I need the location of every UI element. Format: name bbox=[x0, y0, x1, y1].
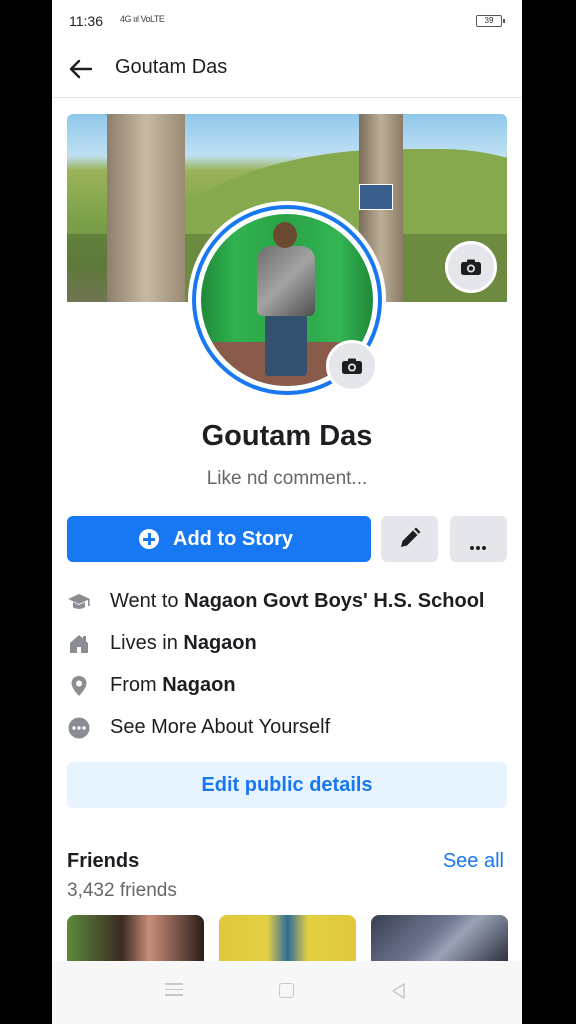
detail-education: Went to Nagaon Govt Boys' H.S. School bbox=[67, 588, 507, 616]
profile-name: Goutam Das bbox=[201, 420, 373, 452]
back-button[interactable] bbox=[66, 54, 96, 84]
arrow-left-icon bbox=[69, 59, 93, 79]
app-header: Goutam Das bbox=[52, 42, 522, 98]
detail-prefix: See More About Yourself bbox=[110, 716, 331, 738]
camera-icon bbox=[461, 259, 481, 275]
graduation-cap-icon bbox=[68, 594, 90, 609]
header-title: Goutam Das bbox=[115, 56, 228, 78]
more-options-button[interactable] bbox=[450, 516, 507, 562]
edit-cover-photo-button[interactable] bbox=[445, 241, 497, 293]
friend-thumbnail[interactable] bbox=[67, 915, 204, 961]
camera-icon bbox=[342, 358, 362, 374]
edit-profile-photo-button[interactable] bbox=[326, 340, 378, 392]
friends-count: 3,432 friends bbox=[67, 880, 177, 901]
detail-value: Nagaon bbox=[162, 674, 236, 696]
more-dots-icon bbox=[470, 537, 488, 550]
detail-prefix: From bbox=[110, 674, 163, 696]
home-square-icon[interactable] bbox=[279, 983, 294, 998]
recents-menu-icon[interactable] bbox=[165, 983, 183, 997]
detail-lives-in: Lives in Nagaon bbox=[67, 630, 507, 658]
detail-from: From Nagaon bbox=[67, 672, 507, 700]
more-circle-icon bbox=[68, 717, 90, 739]
add-to-story-label: Add to Story bbox=[173, 528, 293, 550]
battery-icon: 39 bbox=[476, 15, 505, 27]
detail-prefix: Lives in bbox=[110, 632, 184, 654]
edit-profile-button[interactable] bbox=[381, 516, 438, 562]
pencil-icon bbox=[401, 527, 421, 547]
home-icon bbox=[70, 635, 88, 653]
detail-value: Nagaon Govt Boys' H.S. School bbox=[184, 590, 485, 612]
phone-screen: 11:36 4G ııl VoLTE 39 Goutam Das Goutam … bbox=[52, 0, 522, 1024]
see-more-about-yourself[interactable]: See More About Yourself bbox=[67, 714, 507, 742]
plus-circle-icon bbox=[139, 529, 159, 549]
system-nav-bar bbox=[52, 961, 522, 1024]
add-to-story-button[interactable]: Add to Story bbox=[67, 516, 371, 562]
location-pin-icon bbox=[71, 676, 87, 696]
detail-prefix: Went to bbox=[110, 590, 185, 612]
edit-public-details-button[interactable]: Edit public details bbox=[67, 762, 507, 808]
signal-icon: 4G ııl VoLTE bbox=[120, 14, 165, 24]
friend-thumbnail[interactable] bbox=[371, 915, 508, 961]
friend-thumbnail[interactable] bbox=[219, 915, 356, 961]
back-triangle-icon[interactable] bbox=[390, 982, 408, 1000]
friends-heading: Friends bbox=[67, 850, 140, 872]
detail-value: Nagaon bbox=[183, 632, 257, 654]
status-bar: 11:36 4G ııl VoLTE 39 bbox=[52, 0, 522, 42]
status-time: 11:36 bbox=[69, 13, 103, 29]
see-all-friends-link[interactable]: See all bbox=[443, 850, 504, 873]
profile-bio[interactable]: Like nd comment... bbox=[52, 468, 522, 490]
